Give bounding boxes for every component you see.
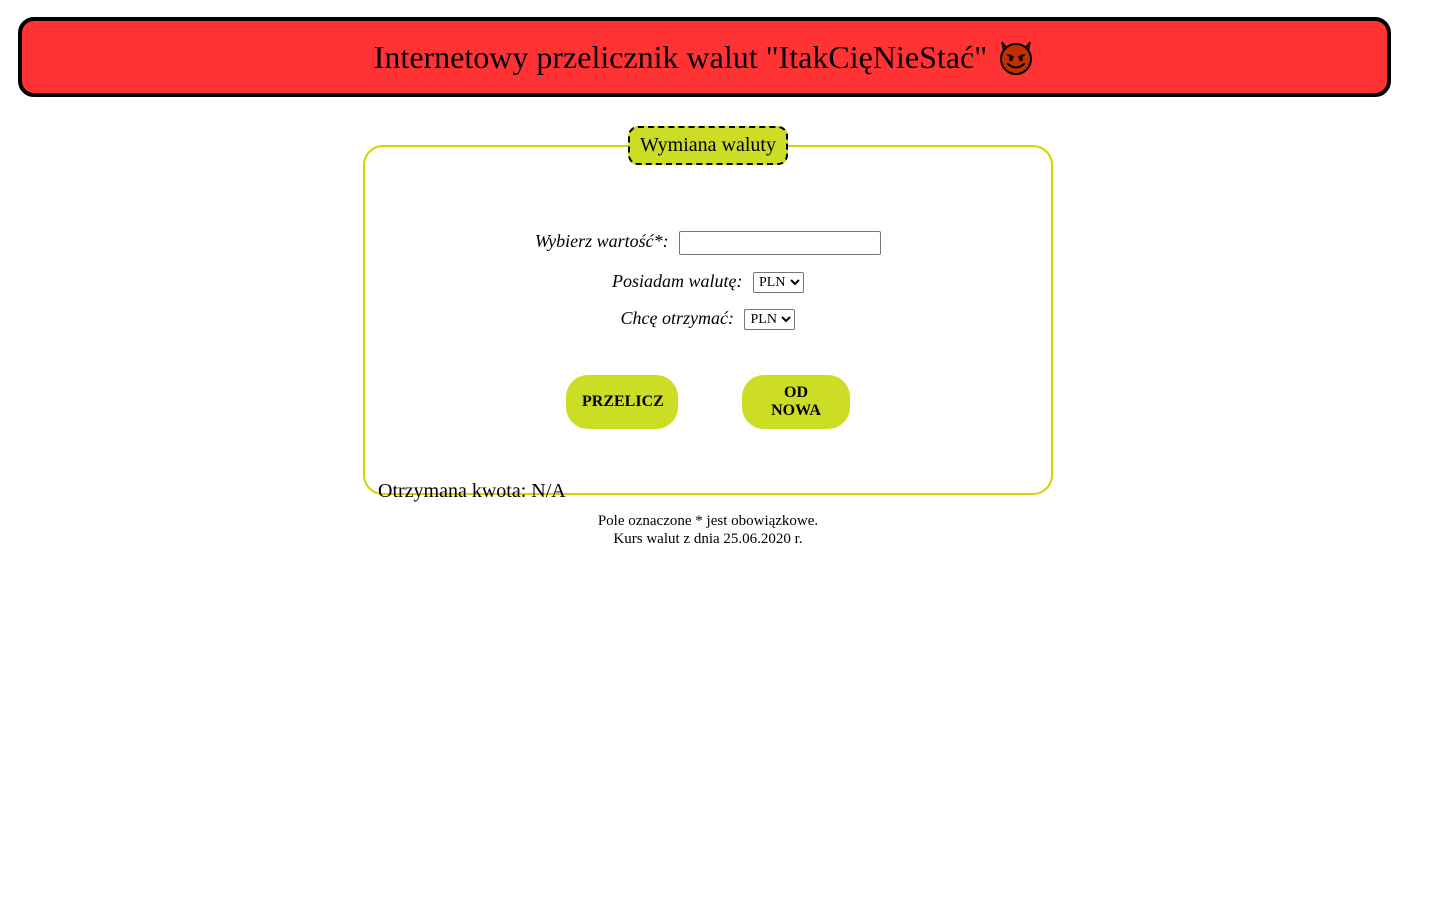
page-title: Internetowy przelicznik walut "ItakCięNi… [373,38,988,75]
page-header: Internetowy przelicznik walut "ItakCięNi… [18,17,1391,97]
fieldset-legend: Wymiana waluty [628,126,788,165]
from-currency-row: Posiadam walutę: PLN [365,271,1051,294]
to-currency-select[interactable]: PLN [744,309,796,331]
result-text: Otrzymana kwota: N/A [378,480,566,502]
reset-button[interactable]: OD NOWA [742,375,850,429]
calculate-button[interactable]: PRZELICZ [566,375,678,429]
from-currency-select[interactable]: PLN [753,272,804,294]
exchange-rate-date-note: Kurs walut z dnia 25.06.2020 r. [613,531,803,547]
required-field-note: Pole oznaczone * jest obowiązkowe. [597,513,819,529]
amount-label: Wybierz wartość*: [534,231,669,252]
from-currency-label: Posiadam walutę: [612,271,743,291]
currency-exchange-fieldset: Wymiana waluty Wybierz wartość*: Posiada… [363,126,1053,502]
header-title-wrap: Internetowy przelicznik walut "ItakCięNi… [374,38,1035,76]
amount-input[interactable] [679,231,882,255]
smiling-devil-icon [997,38,1035,76]
amount-row: Wybierz wartość*: [365,231,1051,255]
footer-notes: Pole oznaczone * jest obowiązkowe. Kurs … [0,512,1416,548]
to-currency-row: Chcę otrzymać: PLN [365,308,1051,331]
to-currency-label: Chcę otrzymać: [620,308,734,328]
